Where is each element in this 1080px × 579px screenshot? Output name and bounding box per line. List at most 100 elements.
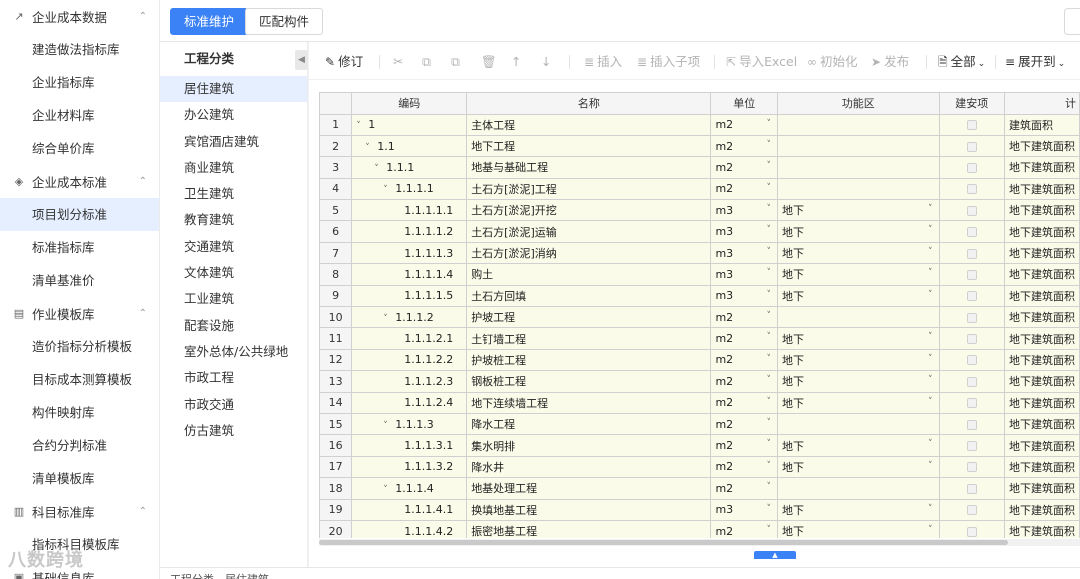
code-cell[interactable]: 1.1.1.4.2	[351, 520, 468, 538]
code-cell[interactable]: 1.1.1.2.3	[351, 370, 468, 393]
zone-select[interactable]	[777, 413, 940, 436]
tab-standard-maintenance[interactable]: 标准维护	[170, 8, 249, 35]
sidebar-item[interactable]: 清单基准价	[0, 264, 159, 297]
code-cell[interactable]: 1.1.1.1.4	[351, 263, 468, 286]
zone-select[interactable]: 地下 ˅	[777, 499, 940, 521]
column-header-code[interactable]: 编码	[351, 93, 468, 115]
sidebar-item[interactable]: 标准指标库	[0, 231, 159, 264]
publish-button[interactable]: ➤ 发布	[871, 53, 909, 71]
table-row[interactable]: 18 ˅ 1.1.1.4 地基处理工程 m2 ˅ 地下建筑面积	[320, 477, 1080, 500]
code-cell[interactable]: ˅ 1.1.1.3	[351, 413, 468, 436]
name-cell[interactable]: 护坡工程	[466, 306, 712, 329]
collapse-panel-button[interactable]: ◀	[295, 50, 308, 70]
construction-checkbox[interactable]	[966, 227, 977, 238]
table-row[interactable]: 6 1.1.1.1.2 土石方[淤泥]运输 m3 ˅ 地下 ˅ 地下建筑面积	[320, 220, 1080, 243]
name-cell[interactable]: 主体工程	[466, 114, 712, 136]
construction-checkbox[interactable]	[966, 462, 977, 473]
name-cell[interactable]: 降水井	[466, 456, 712, 479]
sidebar-item[interactable]: 造价指标分析模板	[0, 330, 159, 363]
category-item[interactable]: 教育建筑	[160, 207, 307, 233]
chevron-down-icon[interactable]: ˅	[383, 185, 393, 195]
name-cell[interactable]: 土石方[淤泥]工程	[466, 178, 712, 201]
calc-cell[interactable]: 地下建筑面积	[1004, 220, 1080, 243]
paste-button[interactable]: ⧉	[451, 53, 460, 71]
sidebar-item[interactable]: 构件映射库	[0, 396, 159, 429]
sidebar-group[interactable]: ▤ 作业模板库 ⌃	[0, 297, 159, 330]
expand-to-dropdown[interactable]: ≡ 展开到 ⌄	[1005, 53, 1065, 71]
unit-select[interactable]: m3 ˅	[710, 220, 778, 243]
zone-select[interactable]: 地下 ˅	[777, 220, 940, 243]
unit-select[interactable]: m2 ˅	[710, 327, 778, 350]
zone-select[interactable]: 地下 ˅	[777, 434, 940, 457]
construction-checkbox[interactable]	[966, 398, 977, 409]
sidebar-group[interactable]: ◈ 企业成本标准 ⌃	[0, 165, 159, 198]
table-row[interactable]: 14 1.1.1.2.4 地下连续墙工程 m2 ˅ 地下 ˅ 地下建筑面积	[320, 392, 1080, 414]
unit-select[interactable]: m3 ˅	[710, 263, 778, 286]
table-row[interactable]: 10 ˅ 1.1.1.2 护坡工程 m2 ˅ 地下建筑面积	[320, 306, 1080, 329]
zone-select[interactable]: 地下 ˅	[777, 199, 940, 222]
table-row[interactable]: 17 1.1.1.3.2 降水井 m2 ˅ 地下 ˅ 地下建筑面积	[320, 456, 1080, 479]
name-cell[interactable]: 换填地基工程	[466, 499, 712, 521]
name-cell[interactable]: 地下工程	[466, 135, 712, 158]
name-cell[interactable]: 振密地基工程	[466, 520, 712, 538]
code-cell[interactable]: 1.1.1.2.1	[351, 327, 468, 350]
sidebar-group[interactable]: ▥ 科目标准库 ⌃	[0, 495, 159, 528]
category-item[interactable]: 商业建筑	[160, 155, 307, 181]
zone-select[interactable]: 地下 ˅	[777, 370, 940, 393]
calc-cell[interactable]: 地下建筑面积	[1004, 434, 1080, 457]
table-row[interactable]: 3 ˅ 1.1.1 地基与基础工程 m2 ˅ 地下建筑面积	[320, 156, 1080, 179]
expand-bottom-button[interactable]: ▲	[754, 551, 796, 559]
table-row[interactable]: 9 1.1.1.1.5 土石方回填 m3 ˅ 地下 ˅ 地下建筑面积	[320, 285, 1080, 308]
horizontal-scrollbar[interactable]	[319, 540, 1008, 545]
zone-select[interactable]	[777, 114, 940, 136]
category-item[interactable]: 室外总体/公共绿地	[160, 339, 307, 365]
calc-cell[interactable]: 地下建筑面积	[1004, 199, 1080, 222]
name-cell[interactable]: 土钉墙工程	[466, 327, 712, 350]
category-item[interactable]: 市政交通	[160, 392, 307, 418]
table-row[interactable]: 7 1.1.1.1.3 土石方[淤泥]消纳 m3 ˅ 地下 ˅ 地下建筑面积	[320, 242, 1080, 265]
code-cell[interactable]: ˅ 1.1.1.4	[351, 477, 468, 500]
category-item[interactable]: 办公建筑	[160, 102, 307, 128]
construction-checkbox[interactable]	[966, 141, 977, 152]
zone-select[interactable]: 地下 ˅	[777, 456, 940, 479]
unit-select[interactable]: m2 ˅	[710, 370, 778, 393]
zone-select[interactable]: 地下 ˅	[777, 242, 940, 265]
chevron-down-icon[interactable]: ˅	[383, 485, 393, 495]
search-input[interactable]: ⚲	[1064, 8, 1080, 35]
zone-select[interactable]	[777, 306, 940, 329]
name-cell[interactable]: 地下连续墙工程	[466, 392, 712, 414]
construction-checkbox[interactable]	[966, 526, 977, 537]
zone-select[interactable]: 地下 ˅	[777, 285, 940, 308]
construction-checkbox[interactable]	[966, 505, 977, 516]
cut-button[interactable]: ✂	[393, 53, 403, 71]
calc-cell[interactable]: 地下建筑面积	[1004, 499, 1080, 521]
code-cell[interactable]: 1.1.1.1.1	[351, 199, 468, 222]
column-header-calc[interactable]: 计	[1004, 93, 1080, 115]
category-item[interactable]: 卫生建筑	[160, 181, 307, 207]
unit-select[interactable]: m3 ˅	[710, 285, 778, 308]
table-row[interactable]: 1 ˅ 1 主体工程 m2 ˅ 建筑面积	[320, 114, 1080, 136]
name-cell[interactable]: 土石方[淤泥]运输	[466, 220, 712, 243]
code-cell[interactable]: 1.1.1.3.2	[351, 456, 468, 479]
construction-checkbox[interactable]	[966, 269, 977, 280]
name-cell[interactable]: 地基处理工程	[466, 477, 712, 500]
name-cell[interactable]: 钢板桩工程	[466, 370, 712, 393]
calc-cell[interactable]: 地下建筑面积	[1004, 392, 1080, 414]
category-item[interactable]: 市政工程	[160, 365, 307, 391]
chevron-down-icon[interactable]: ˅	[383, 314, 393, 324]
delete-button[interactable]: 🗑	[481, 53, 497, 71]
table-row[interactable]: 12 1.1.1.2.2 护坡桩工程 m2 ˅ 地下 ˅ 地下建筑面积	[320, 349, 1080, 372]
code-cell[interactable]: ˅ 1.1	[351, 135, 468, 158]
calc-cell[interactable]: 地下建筑面积	[1004, 413, 1080, 436]
calc-cell[interactable]: 地下建筑面积	[1004, 349, 1080, 372]
unit-select[interactable]: m2 ˅	[710, 456, 778, 479]
code-cell[interactable]: ˅ 1.1.1.2	[351, 306, 468, 329]
sidebar-item[interactable]: 目标成本测算模板	[0, 363, 159, 396]
unit-select[interactable]: m3 ˅	[710, 499, 778, 521]
code-cell[interactable]: 1.1.1.3.1	[351, 434, 468, 457]
tab-match-components[interactable]: 匹配构件	[245, 8, 324, 35]
calc-cell[interactable]: 地下建筑面积	[1004, 456, 1080, 479]
name-cell[interactable]: 护坡桩工程	[466, 349, 712, 372]
unit-select[interactable]: m2 ˅	[710, 413, 778, 436]
construction-checkbox[interactable]	[966, 162, 977, 173]
